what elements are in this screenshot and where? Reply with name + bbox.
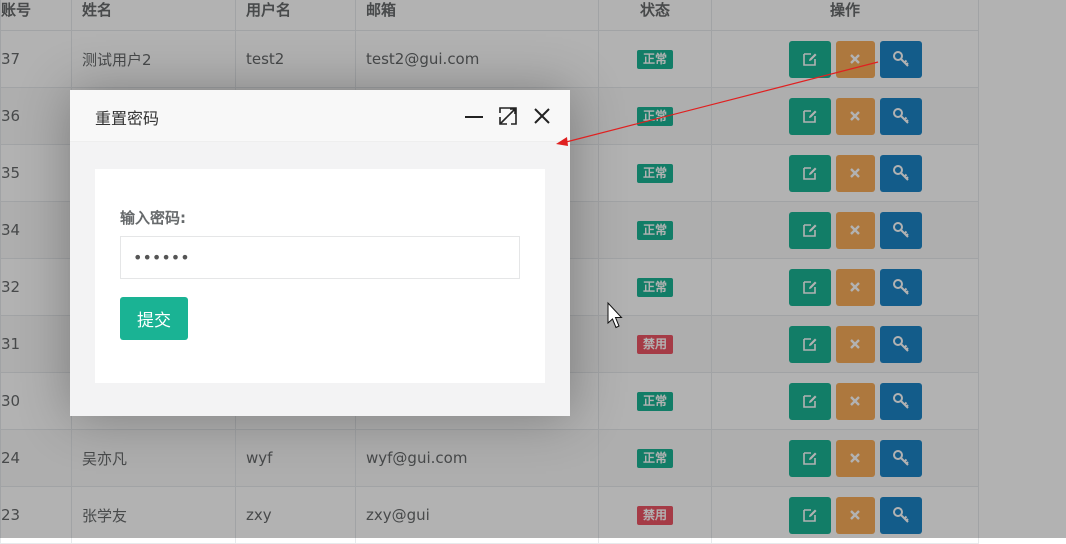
- password-label: 输入密码:: [120, 209, 186, 227]
- dialog-titlebar[interactable]: 重置密码: [70, 90, 570, 142]
- password-input[interactable]: [120, 236, 520, 279]
- dialog-title: 重置密码: [95, 109, 160, 128]
- submit-button[interactable]: 提交: [120, 297, 188, 340]
- close-icon[interactable]: [532, 106, 552, 130]
- minimize-icon[interactable]: [464, 106, 484, 130]
- dialog-body: 输入密码: 提交: [95, 169, 545, 383]
- maximize-icon[interactable]: [498, 106, 518, 130]
- reset-password-dialog: 重置密码 输入密码: 提交: [70, 90, 570, 416]
